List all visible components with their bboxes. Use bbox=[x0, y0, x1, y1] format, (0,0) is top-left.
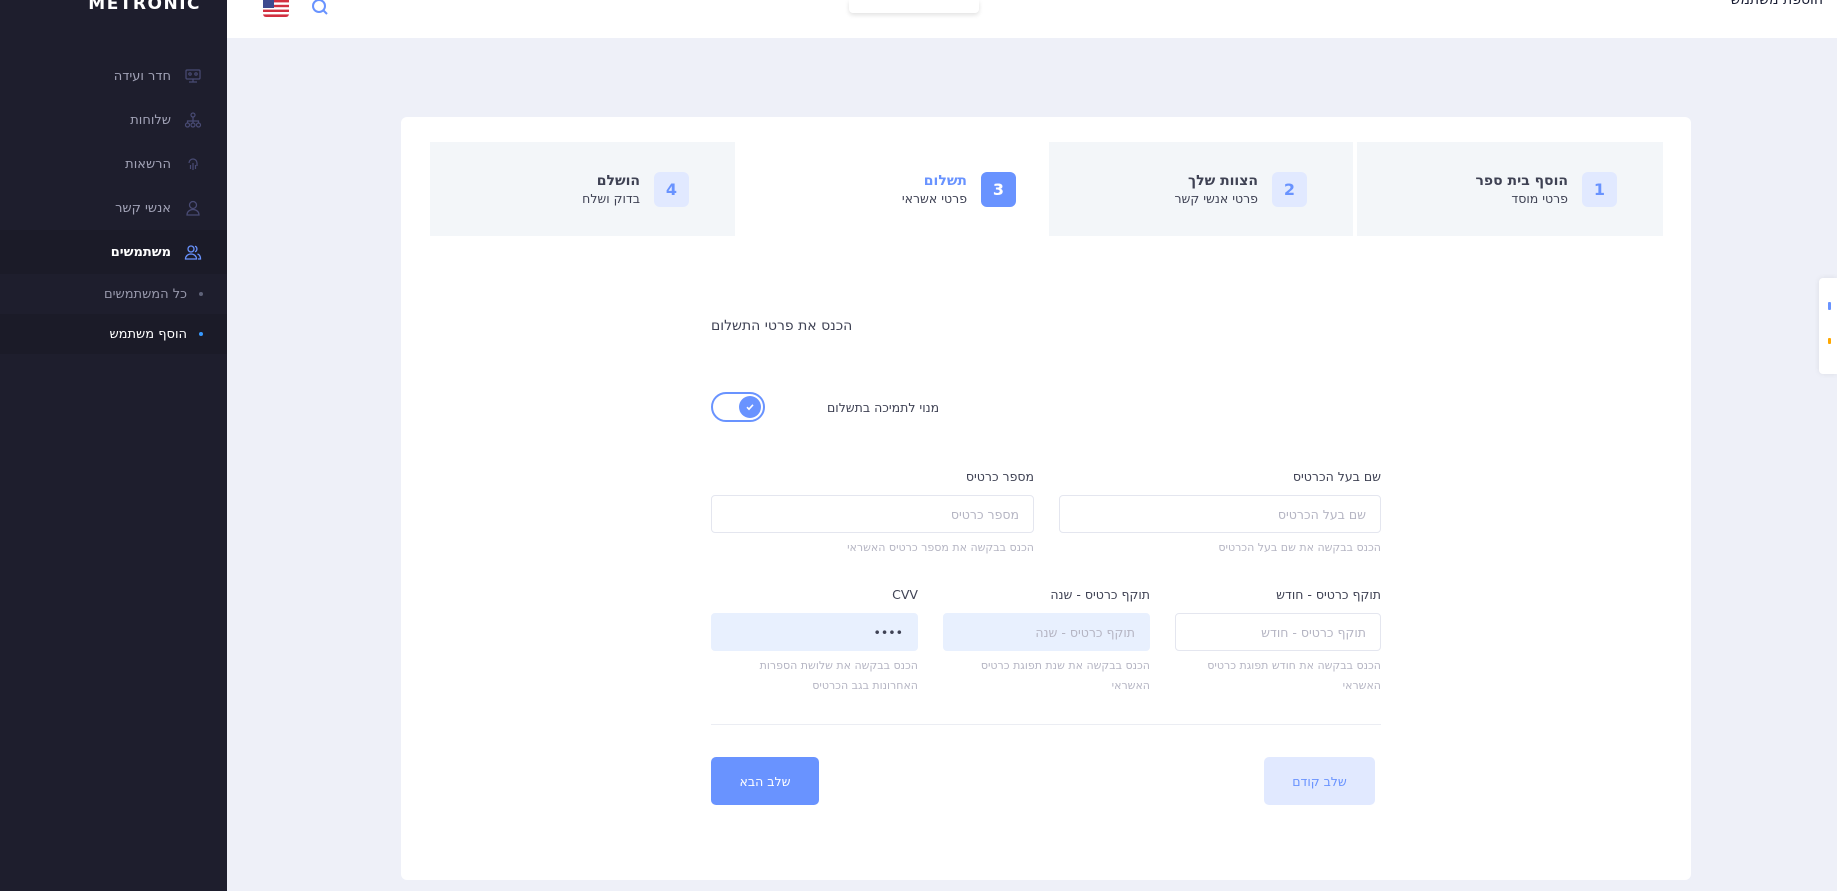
card-holder-group: שם בעל הכרטיס הכנס בבקשה את שם בעל הכרטי… bbox=[1059, 469, 1381, 558]
step-text: הוסף בית ספר פרטי מוסד bbox=[1475, 173, 1568, 206]
card-holder-input[interactable] bbox=[1059, 495, 1381, 533]
step-desc: בדוק ושלח bbox=[582, 190, 640, 206]
fingerprint-icon bbox=[183, 154, 203, 174]
sidebar-nav: חדר ועידה שלוחות הרשאות אנשי קשר משתמשים bbox=[0, 54, 227, 354]
step-number: 1 bbox=[1582, 171, 1617, 207]
hierarchy-icon bbox=[183, 110, 203, 130]
dropdown-panel bbox=[849, 0, 979, 13]
cvv-input[interactable] bbox=[711, 613, 918, 651]
wizard-step-4[interactable]: הושלם בדוק ושלח 4 bbox=[430, 142, 735, 236]
step-title: הצוות שלך bbox=[1188, 172, 1258, 189]
wizard-step-2[interactable]: הצוות שלך פרטי אנשי קשר 2 bbox=[1049, 142, 1353, 236]
step-title: הוסף בית ספר bbox=[1475, 172, 1568, 189]
sidebar-item-label: הרשאות bbox=[125, 156, 171, 172]
sidebar-item-users[interactable]: משתמשים bbox=[0, 230, 227, 274]
sidebar-subitem-label: כל המשתמשים bbox=[103, 286, 187, 302]
previous-step-button[interactable]: שלב קודם bbox=[1264, 757, 1375, 805]
sidebar-item-label: חדר ועידה bbox=[113, 68, 171, 84]
card-number-input[interactable] bbox=[711, 495, 1034, 533]
exp-year-input[interactable] bbox=[943, 613, 1150, 651]
wizard-step-3[interactable]: תשלום פרטי אשראי 3 bbox=[735, 142, 1049, 236]
step-desc: פרטי מוסד bbox=[1511, 190, 1568, 206]
cvv-group: CVV הכנס בבקשה את שלושת הספרות האחרונות … bbox=[711, 587, 918, 696]
wizard-steps: הושלם בדוק ושלח 4 תשלום פרטי אשראי 3 הצו… bbox=[430, 142, 1663, 236]
next-step-button[interactable]: שלב הבא bbox=[711, 757, 819, 805]
toolbar-marker-icon bbox=[1828, 338, 1831, 344]
toolbar-marker-icon bbox=[1828, 302, 1831, 310]
sidebar-subitem-add-user[interactable]: הוסף משתמש bbox=[0, 314, 227, 354]
sidebar-item-extensions[interactable]: שלוחות bbox=[0, 98, 227, 142]
search-icon[interactable] bbox=[311, 0, 329, 20]
exp-year-group: תוקף כרטיס - שנה הכנס בבקשה את שנת תפוגת… bbox=[943, 587, 1150, 696]
step-text: הושלם בדוק ושלח bbox=[582, 173, 640, 206]
card-number-group: מספר כרטיס הכנס בבקשה את מספר כרטיס האשר… bbox=[711, 469, 1034, 558]
support-subscription-toggle[interactable] bbox=[711, 392, 765, 422]
exp-month-group: תוקף כרטיס - חודש הכנס בבקשה את חודש תפו… bbox=[1175, 587, 1381, 696]
step-text: תשלום פרטי אשראי bbox=[902, 173, 967, 206]
brand-name: METRONIC bbox=[88, 0, 201, 14]
card-number-label: מספר כרטיס bbox=[965, 469, 1034, 484]
brand-logo[interactable]: METRONIC bbox=[0, 0, 227, 38]
toggle-label: מנוי לתמיכה בתשלום bbox=[827, 400, 940, 415]
sidebar: METRONIC חדר ועידה שלוחות הרשאות אנשי קש… bbox=[0, 0, 227, 891]
contact-icon bbox=[183, 198, 203, 218]
exp-month-input[interactable] bbox=[1175, 613, 1381, 651]
sidebar-subitem-all-users[interactable]: כל המשתמשים bbox=[0, 274, 227, 314]
form-divider bbox=[711, 724, 1381, 725]
bullet-icon bbox=[199, 332, 203, 336]
cvv-hint: הכנס בבקשה את שלושת הספרות האחרונות בגב … bbox=[759, 659, 918, 692]
page-title: הוספת משתמש bbox=[1730, 0, 1824, 8]
step-desc: פרטי אנשי קשר bbox=[1174, 190, 1258, 206]
check-icon bbox=[739, 396, 761, 418]
step-desc: פרטי אשראי bbox=[901, 190, 967, 206]
header: הוספת משתמש bbox=[227, 0, 1837, 38]
side-toolbar[interactable] bbox=[1819, 278, 1837, 374]
wizard-card: הושלם בדוק ושלח 4 תשלום פרטי אשראי 3 הצו… bbox=[401, 117, 1691, 880]
step-number: 4 bbox=[654, 171, 689, 207]
sidebar-item-label: שלוחות bbox=[130, 112, 171, 128]
sidebar-item-conference-room[interactable]: חדר ועידה bbox=[0, 54, 227, 98]
step-number: 2 bbox=[1272, 171, 1307, 207]
card-number-hint: הכנס בבקשה את מספר כרטיס האשראי bbox=[847, 541, 1034, 554]
sidebar-item-label: משתמשים bbox=[110, 244, 171, 260]
us-flag-icon[interactable] bbox=[263, 0, 289, 17]
bullet-icon bbox=[199, 292, 203, 296]
step-text: הצוות שלך פרטי אנשי קשר bbox=[1174, 173, 1258, 206]
step-title: הושלם bbox=[596, 172, 640, 189]
exp-month-label: תוקף כרטיס - חודש bbox=[1276, 587, 1381, 602]
exp-month-hint: הכנס בבקשה את חודש תפוגת כרטיס האשראי bbox=[1207, 659, 1381, 692]
users-icon bbox=[183, 242, 203, 262]
wizard-step-1[interactable]: הוסף בית ספר פרטי מוסד 1 bbox=[1357, 142, 1663, 236]
exp-year-hint: הכנס בבקשה את שנת תפוגת כרטיס האשראי bbox=[980, 659, 1150, 692]
sidebar-subitem-label: הוסף משתמש bbox=[109, 326, 187, 342]
step-number: 3 bbox=[981, 171, 1016, 207]
sidebar-item-label: אנשי קשר bbox=[115, 200, 171, 216]
card-holder-label: שם בעל הכרטיס bbox=[1292, 469, 1381, 484]
sidebar-item-contacts[interactable]: אנשי קשר bbox=[0, 186, 227, 230]
form-title: הכנס את פרטי התשלום bbox=[711, 318, 853, 334]
conference-icon bbox=[183, 66, 203, 86]
exp-year-label: תוקף כרטיס - שנה bbox=[1050, 587, 1150, 602]
cvv-label: CVV bbox=[892, 587, 918, 602]
sidebar-item-permissions[interactable]: הרשאות bbox=[0, 142, 227, 186]
card-holder-hint: הכנס בבקשה את שם בעל הכרטיס bbox=[1218, 541, 1381, 554]
step-title: תשלום bbox=[923, 172, 967, 189]
